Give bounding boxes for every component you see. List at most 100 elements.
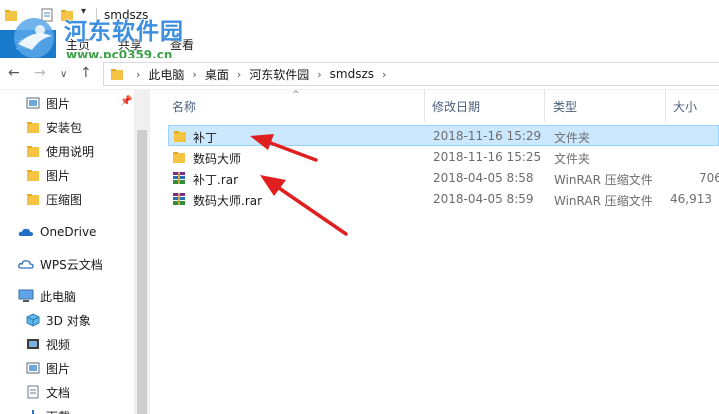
navigation-bar: ← → ∨ ↑ › 此电脑 › 桌面 › 河东软件园 › smdszs › bbox=[0, 58, 719, 90]
sidebar-item-label: 视频 bbox=[46, 337, 71, 352]
sidebar-item-label: 安装包 bbox=[46, 120, 83, 135]
sort-ascending-icon: ^ bbox=[292, 90, 300, 100]
file-size: 46,913 bbox=[670, 192, 712, 206]
column-header-type[interactable]: 类型 bbox=[553, 98, 577, 115]
tab-share[interactable]: 共享 bbox=[118, 36, 142, 53]
properties-icon[interactable] bbox=[40, 8, 54, 22]
column-header-size[interactable]: 大小 bbox=[673, 98, 697, 115]
sidebar-item-label: WPS云文档 bbox=[40, 257, 103, 272]
chevron-right-icon[interactable]: › bbox=[237, 68, 241, 81]
file-type: 文件夹 bbox=[554, 131, 591, 145]
cloud-icon bbox=[18, 228, 33, 236]
sidebar-item-label: 图片 bbox=[46, 361, 71, 376]
pictures-icon bbox=[26, 97, 40, 109]
folder-icon bbox=[111, 69, 123, 80]
address-bar[interactable]: › 此电脑 › 桌面 › 河东软件园 › smdszs › bbox=[103, 62, 719, 86]
pin-icon[interactable]: 📌 bbox=[120, 96, 132, 107]
sidebar-item-label: 下载 bbox=[46, 408, 70, 414]
column-divider[interactable] bbox=[665, 90, 666, 122]
file-type: WinRAR 压缩文件 bbox=[554, 194, 653, 208]
column-divider[interactable] bbox=[544, 90, 545, 122]
folder-icon bbox=[174, 131, 186, 142]
title-separator bbox=[96, 8, 97, 22]
folder-icon bbox=[27, 146, 39, 157]
3d-objects-icon bbox=[26, 313, 40, 327]
column-header-date[interactable]: 修改日期 bbox=[432, 98, 480, 115]
tab-home[interactable]: 主页 bbox=[66, 36, 90, 53]
sidebar-item-label: 文档 bbox=[46, 385, 71, 400]
file-type: WinRAR 压缩文件 bbox=[554, 173, 653, 187]
chevron-right-icon[interactable]: › bbox=[317, 68, 321, 81]
cloud-icon bbox=[18, 260, 34, 269]
pictures-icon bbox=[26, 362, 40, 374]
folder-icon bbox=[27, 194, 39, 205]
breadcrumb: › 此电脑 › 桌面 › 河东软件园 › smdszs › bbox=[128, 63, 394, 85]
tab-file[interactable]: 文件 bbox=[0, 30, 56, 58]
sidebar-item-instructions[interactable]: 使用说明 bbox=[26, 140, 94, 162]
sidebar-item-label: OneDrive bbox=[40, 225, 97, 239]
sidebar-item-compressed[interactable]: 压缩图 bbox=[26, 188, 82, 210]
chevron-right-icon[interactable]: › bbox=[192, 68, 196, 81]
sidebar-item-label: 图片 bbox=[46, 96, 71, 111]
rar-archive-icon bbox=[173, 193, 185, 205]
sidebar-item-pictures-folder[interactable]: 图片 bbox=[26, 164, 70, 186]
file-row[interactable]: 补丁 2018-11-16 15:29 文件夹 bbox=[168, 125, 719, 146]
sidebar-item-pictures[interactable]: 图片 bbox=[26, 92, 70, 114]
column-divider[interactable] bbox=[424, 90, 425, 122]
computer-icon bbox=[18, 289, 34, 302]
recent-locations-chevron-icon[interactable]: ∨ bbox=[60, 68, 67, 82]
sidebar-item-documents[interactable]: 文档 bbox=[26, 381, 70, 403]
file-date: 2018-11-16 15:29 bbox=[433, 129, 542, 143]
sidebar-item-3d-objects[interactable]: 3D 对象 bbox=[26, 309, 91, 331]
sidebar-item-this-pc[interactable]: 此电脑 bbox=[18, 285, 76, 307]
file-date: 2018-11-16 15:25 bbox=[433, 150, 542, 164]
sidebar-item-pictures-library[interactable]: 图片 bbox=[26, 357, 70, 379]
file-name: 补丁 bbox=[193, 131, 218, 145]
sidebar-item-label: 此电脑 bbox=[40, 289, 77, 304]
breadcrumb-desktop[interactable]: 桌面 bbox=[205, 66, 229, 83]
breadcrumb-this-pc[interactable]: 此电脑 bbox=[148, 66, 184, 83]
ribbon-tabs: 文件 主页 共享 查看 bbox=[0, 30, 719, 58]
file-size: 706 bbox=[699, 171, 719, 185]
tab-view[interactable]: 查看 bbox=[170, 36, 194, 53]
navigation-pane: 图片 📌 安装包 使用说明 图片 压缩图 OneDrive WPS云文档 此电脑… bbox=[0, 90, 150, 414]
sidebar-item-label: 图片 bbox=[46, 168, 71, 183]
file-row[interactable]: 数码大师.rar 2018-04-05 8:59 WinRAR 压缩文件 46,… bbox=[168, 189, 719, 210]
file-name: 数码大师 bbox=[193, 152, 242, 166]
sidebar-item-onedrive[interactable]: OneDrive bbox=[18, 221, 96, 243]
breadcrumb-smdszs[interactable]: smdszs bbox=[330, 67, 374, 81]
sidebar-item-install-pack[interactable]: 安装包 bbox=[26, 116, 82, 138]
up-arrow-icon[interactable]: ↑ bbox=[80, 66, 92, 80]
sidebar-item-videos[interactable]: 视频 bbox=[26, 333, 70, 355]
title-bar: ▾ smdszs bbox=[0, 0, 719, 30]
sidebar-item-wps-cloud[interactable]: WPS云文档 bbox=[18, 253, 103, 275]
file-type: 文件夹 bbox=[554, 152, 591, 166]
file-list: ^ 名称 修改日期 类型 大小 补丁 2018-11-16 15:29 文件夹 … bbox=[152, 90, 719, 414]
file-date: 2018-04-05 8:58 bbox=[433, 171, 534, 185]
new-folder-icon[interactable] bbox=[60, 8, 74, 22]
forward-arrow-icon[interactable]: → bbox=[34, 66, 46, 80]
sidebar-item-label: 压缩图 bbox=[46, 192, 83, 207]
video-icon bbox=[27, 339, 39, 349]
sidebar-item-downloads[interactable]: 下载 bbox=[26, 405, 70, 414]
file-name: 补丁.rar bbox=[193, 173, 239, 187]
document-icon bbox=[27, 385, 39, 399]
window-title: smdszs bbox=[104, 8, 149, 22]
sidebar-item-label: 3D 对象 bbox=[46, 313, 91, 328]
column-header-name[interactable]: 名称 bbox=[172, 98, 196, 115]
sidebar-scrollbar-thumb[interactable] bbox=[137, 130, 147, 414]
folder-icon bbox=[5, 10, 17, 21]
back-arrow-icon[interactable]: ← bbox=[8, 66, 20, 80]
rar-archive-icon bbox=[173, 172, 185, 184]
breadcrumb-hedong[interactable]: 河东软件园 bbox=[249, 66, 309, 83]
folder-icon bbox=[27, 122, 39, 133]
sidebar-item-label: 使用说明 bbox=[46, 144, 95, 159]
folder-icon bbox=[173, 152, 185, 163]
download-icon bbox=[32, 410, 34, 414]
file-row[interactable]: 补丁.rar 2018-04-05 8:58 WinRAR 压缩文件 706 bbox=[168, 168, 719, 189]
customize-quick-access-icon[interactable]: ▾ bbox=[81, 6, 86, 17]
folder-icon bbox=[27, 170, 39, 181]
chevron-right-icon[interactable]: › bbox=[136, 68, 140, 81]
chevron-right-icon[interactable]: › bbox=[382, 68, 386, 81]
file-row[interactable]: 数码大师 2018-11-16 15:25 文件夹 bbox=[168, 147, 719, 168]
